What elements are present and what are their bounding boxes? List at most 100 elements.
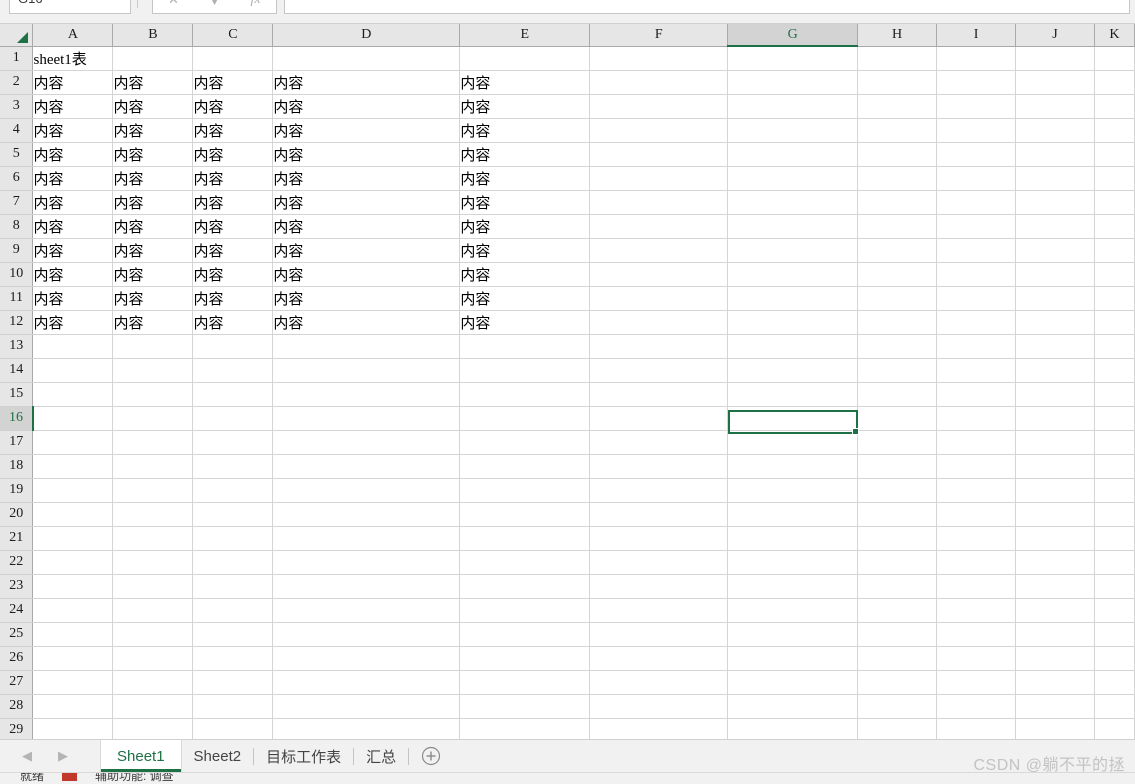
cell-E6[interactable]: 内容 [459,166,591,191]
insert-function-icon[interactable]: fx [235,0,276,13]
cell-B14[interactable] [112,358,194,383]
cell-I24[interactable] [936,598,1016,623]
cell-I19[interactable] [936,478,1016,503]
row-header-13[interactable]: 13 [0,334,34,359]
cell-J11[interactable] [1015,286,1095,311]
row-header-26[interactable]: 26 [0,646,34,671]
cell-C12[interactable]: 内容 [192,310,274,335]
row-header-11[interactable]: 11 [0,286,34,311]
cell-I28[interactable] [936,694,1016,719]
cell-C24[interactable] [192,598,274,623]
previous-sheet-icon[interactable]: ◀ [22,750,32,763]
cell-J13[interactable] [1015,334,1095,359]
cell-G17[interactable] [727,430,859,455]
cell-H5[interactable] [857,142,938,167]
cell-E23[interactable] [459,574,591,599]
cell-K23[interactable] [1094,574,1135,599]
cell-E3[interactable]: 内容 [459,94,591,119]
cell-A16[interactable] [32,406,114,431]
cell-B23[interactable] [112,574,194,599]
cell-G4[interactable] [727,118,859,143]
cell-E18[interactable] [459,454,591,479]
cell-E15[interactable] [459,382,591,407]
row-header-23[interactable]: 23 [0,574,34,599]
cell-I10[interactable] [936,262,1016,287]
cell-I2[interactable] [936,70,1016,95]
cell-A19[interactable] [32,478,114,503]
cell-H27[interactable] [857,670,938,695]
row-header-12[interactable]: 12 [0,310,34,335]
cell-F9[interactable] [589,238,729,263]
cell-K17[interactable] [1094,430,1135,455]
cell-G2[interactable] [727,70,859,95]
cell-B26[interactable] [112,646,194,671]
cell-B19[interactable] [112,478,194,503]
cell-D17[interactable] [272,430,461,455]
cell-A5[interactable]: 内容 [32,142,114,167]
cell-K20[interactable] [1094,502,1135,527]
row-header-10[interactable]: 10 [0,262,34,287]
cell-F1[interactable] [589,46,729,71]
cell-G6[interactable] [727,166,859,191]
cell-I1[interactable] [936,46,1016,71]
cell-H1[interactable] [857,46,938,71]
row-header-18[interactable]: 18 [0,454,34,479]
cell-J8[interactable] [1015,214,1095,239]
cell-G19[interactable] [727,478,859,503]
cell-J27[interactable] [1015,670,1095,695]
cell-B29[interactable] [112,718,194,739]
row-header-9[interactable]: 9 [0,238,34,263]
cell-J22[interactable] [1015,550,1095,575]
cell-J9[interactable] [1015,238,1095,263]
cell-C22[interactable] [192,550,274,575]
cell-I25[interactable] [936,622,1016,647]
cell-K19[interactable] [1094,478,1135,503]
cell-C11[interactable]: 内容 [192,286,274,311]
cell-F4[interactable] [589,118,729,143]
row-header-8[interactable]: 8 [0,214,34,239]
cell-H24[interactable] [857,598,938,623]
cell-A18[interactable] [32,454,114,479]
cell-H12[interactable] [857,310,938,335]
cell-I15[interactable] [936,382,1016,407]
cell-H6[interactable] [857,166,938,191]
cell-F16[interactable] [589,406,729,431]
row-header-5[interactable]: 5 [0,142,34,167]
cell-E20[interactable] [459,502,591,527]
cell-K1[interactable] [1094,46,1135,71]
cell-E10[interactable]: 内容 [459,262,591,287]
cell-D19[interactable] [272,478,461,503]
cell-B5[interactable]: 内容 [112,142,194,167]
cell-C26[interactable] [192,646,274,671]
cell-B16[interactable] [112,406,194,431]
cell-A15[interactable] [32,382,114,407]
sheet-tab-3[interactable]: 目标工作表 [254,740,353,772]
cell-E9[interactable]: 内容 [459,238,591,263]
cell-A14[interactable] [32,358,114,383]
cell-H28[interactable] [857,694,938,719]
column-header-d[interactable]: D [272,24,461,47]
cell-J2[interactable] [1015,70,1095,95]
cell-E25[interactable] [459,622,591,647]
cell-E5[interactable]: 内容 [459,142,591,167]
cell-G15[interactable] [727,382,859,407]
cell-C13[interactable] [192,334,274,359]
cell-J25[interactable] [1015,622,1095,647]
cell-H25[interactable] [857,622,938,647]
cell-C27[interactable] [192,670,274,695]
cell-C4[interactable]: 内容 [192,118,274,143]
cell-G9[interactable] [727,238,859,263]
cell-F11[interactable] [589,286,729,311]
cell-F12[interactable] [589,310,729,335]
cell-H2[interactable] [857,70,938,95]
cell-F19[interactable] [589,478,729,503]
record-macro-icon[interactable] [62,773,78,781]
cell-K16[interactable] [1094,406,1135,431]
cell-A26[interactable] [32,646,114,671]
cell-F17[interactable] [589,430,729,455]
cell-E28[interactable] [459,694,591,719]
cell-E7[interactable]: 内容 [459,190,591,215]
cell-H9[interactable] [857,238,938,263]
cell-K18[interactable] [1094,454,1135,479]
row-header-3[interactable]: 3 [0,94,34,119]
